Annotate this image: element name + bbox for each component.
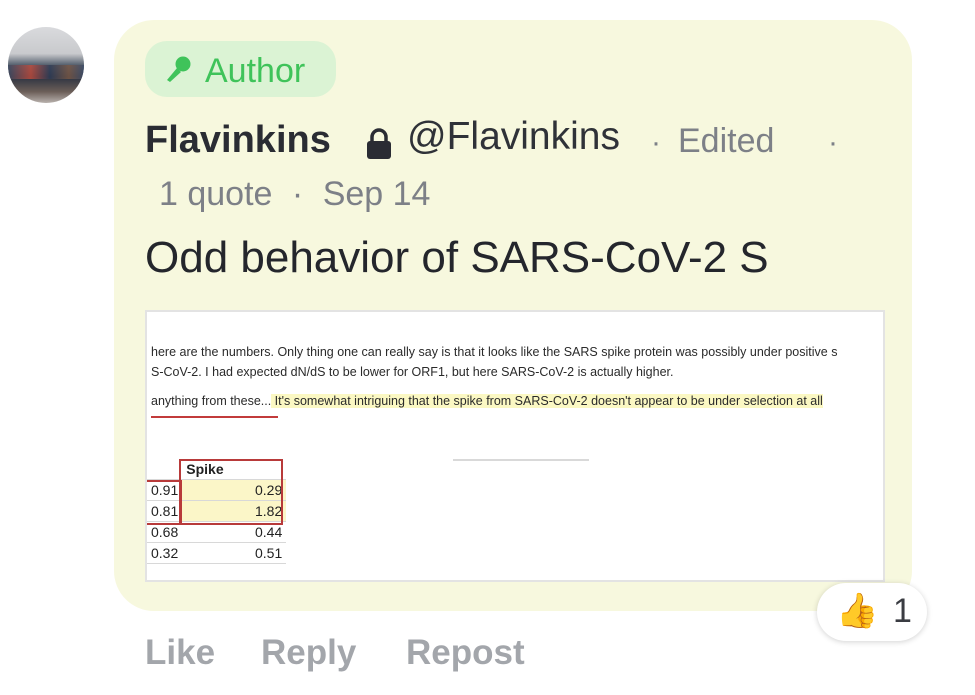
badge-label: Author: [205, 52, 306, 90]
separator-dot: ·: [291, 175, 304, 213]
table-cell: 0.32: [147, 542, 183, 564]
image-text-line: S-CoV-2. I had expected dN/dS to be lowe…: [151, 365, 674, 379]
post-image[interactable]: here are the numbers. Only thing one can…: [145, 310, 885, 582]
author-badge: Author: [145, 41, 336, 97]
microphone-icon: [163, 54, 193, 84]
red-highlight-box: [147, 480, 182, 525]
thumbs-up-icon: 👍: [836, 592, 879, 630]
author-handle[interactable]: @Flavinkins: [407, 115, 620, 159]
table-cell: 0.51: [182, 542, 287, 564]
divider: [453, 459, 589, 461]
author-name[interactable]: Flavinkins: [145, 119, 331, 162]
edited-label: Edited: [678, 122, 775, 160]
like-button[interactable]: Like: [145, 633, 215, 673]
comment-card: Author Flavinkins @Flavinkins · Edited ·…: [114, 20, 912, 611]
repost-button[interactable]: Repost: [406, 633, 525, 673]
quote-count[interactable]: 1 quote: [159, 175, 272, 213]
reaction-count: 1: [893, 592, 912, 630]
separator-dot: ·: [651, 126, 661, 159]
image-text-line: here are the numbers. Only thing one can…: [151, 345, 838, 359]
separator-dot: ·: [828, 126, 838, 159]
avatar[interactable]: [8, 27, 84, 103]
meta-row: 1 quote · Sep 14: [159, 175, 430, 214]
red-underline: [151, 416, 278, 418]
image-text-highlighted: It's somewhat intriguing that the spike …: [271, 394, 823, 408]
reaction-pill[interactable]: 👍 1: [817, 583, 927, 641]
red-highlight-box: [179, 459, 283, 525]
image-text-underlined: anything from these...: [151, 394, 272, 408]
image-text-line: anything from these... It's somewhat int…: [151, 394, 823, 408]
post-date[interactable]: Sep 14: [323, 175, 431, 213]
post-title: Odd behavior of SARS-CoV-2 S: [145, 233, 769, 282]
lock-icon: [366, 128, 392, 160]
reply-button[interactable]: Reply: [261, 633, 356, 673]
